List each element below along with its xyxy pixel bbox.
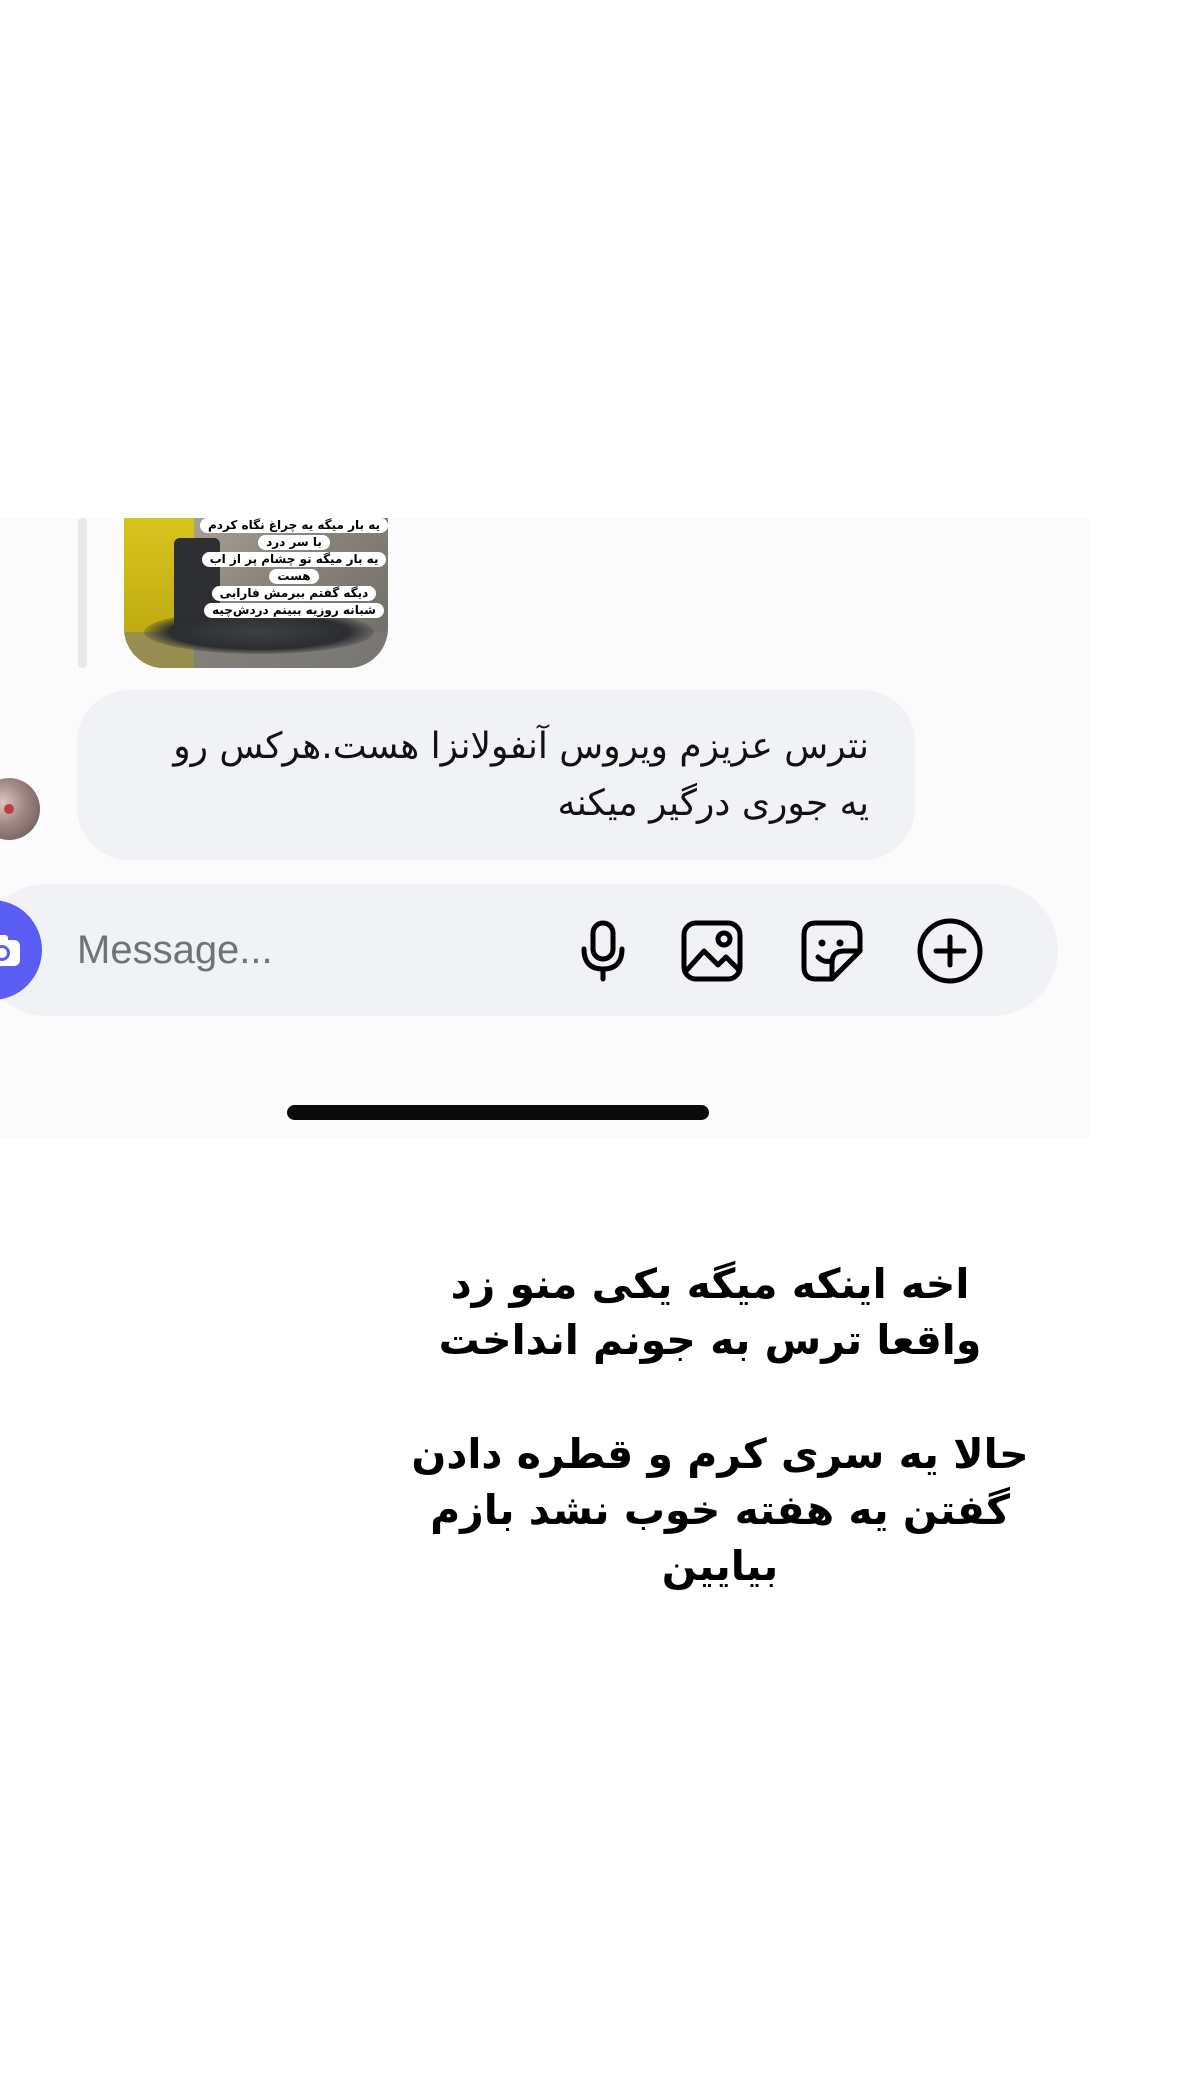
- plus-circle-icon: [917, 918, 983, 984]
- thumbnail-caption-line: یه بار میگه یه چراغ نگاه کردم: [199, 518, 388, 533]
- image-icon: [681, 920, 743, 982]
- thumbnail-caption-line: یه بار میگه تو چشام پر از اب: [201, 552, 387, 567]
- received-message-line: یه جوری درگیر میکنه: [557, 783, 869, 824]
- camera-icon: [0, 935, 20, 966]
- story-caption-2: حالا یه سری کرم و قطره دادن گفتن یه هفته…: [400, 1408, 1040, 1608]
- microphone-button[interactable]: [568, 916, 638, 986]
- message-input[interactable]: Message...: [77, 924, 273, 976]
- thumbnail-caption-line: دیگه گفتم ببرمش فارابی: [211, 586, 377, 601]
- received-message-line: نترس عزیزم ویروس آنفولانزا هست.هرکس رو: [173, 726, 869, 767]
- avatar[interactable]: [0, 778, 40, 840]
- home-indicator: [287, 1105, 709, 1120]
- microphone-icon: [581, 920, 625, 982]
- camera-button[interactable]: [0, 900, 42, 1000]
- received-message-bubble[interactable]: نترس عزیزم ویروس آنفولانزا هست.هرکس رو ی…: [77, 690, 915, 860]
- image-button[interactable]: [677, 916, 747, 986]
- thumbnail-caption-line: با سر درد: [258, 535, 330, 550]
- sticker-icon: [801, 920, 863, 982]
- thumbnail-caption-line: شبانه روزیه ببینم دردش‌چیه: [204, 603, 384, 618]
- chat-screenshot: یه بار میگه یه چراغ نگاه کردم با سر درد …: [0, 518, 1090, 1138]
- story-page: یه بار میگه یه چراغ نگاه کردم با سر درد …: [0, 0, 1179, 2096]
- received-message-row: نترس عزیزم ویروس آنفولانزا هست.هرکس رو ی…: [0, 690, 1090, 862]
- reply-indicator-bar: [78, 518, 87, 668]
- thumbnail-caption-line: هست: [269, 569, 319, 584]
- shared-image-thumbnail[interactable]: یه بار میگه یه چراغ نگاه کردم با سر درد …: [124, 518, 388, 668]
- sticker-button[interactable]: [797, 916, 867, 986]
- add-button[interactable]: [915, 916, 985, 986]
- thumbnail-captions: یه بار میگه یه چراغ نگاه کردم با سر درد …: [199, 518, 388, 618]
- message-composer: Message...: [0, 884, 1058, 1016]
- avatar-detail: [4, 804, 14, 814]
- story-caption-1: اخه اینکه میگه یکی منو زد واقعا ترس به ج…: [405, 1238, 1015, 1386]
